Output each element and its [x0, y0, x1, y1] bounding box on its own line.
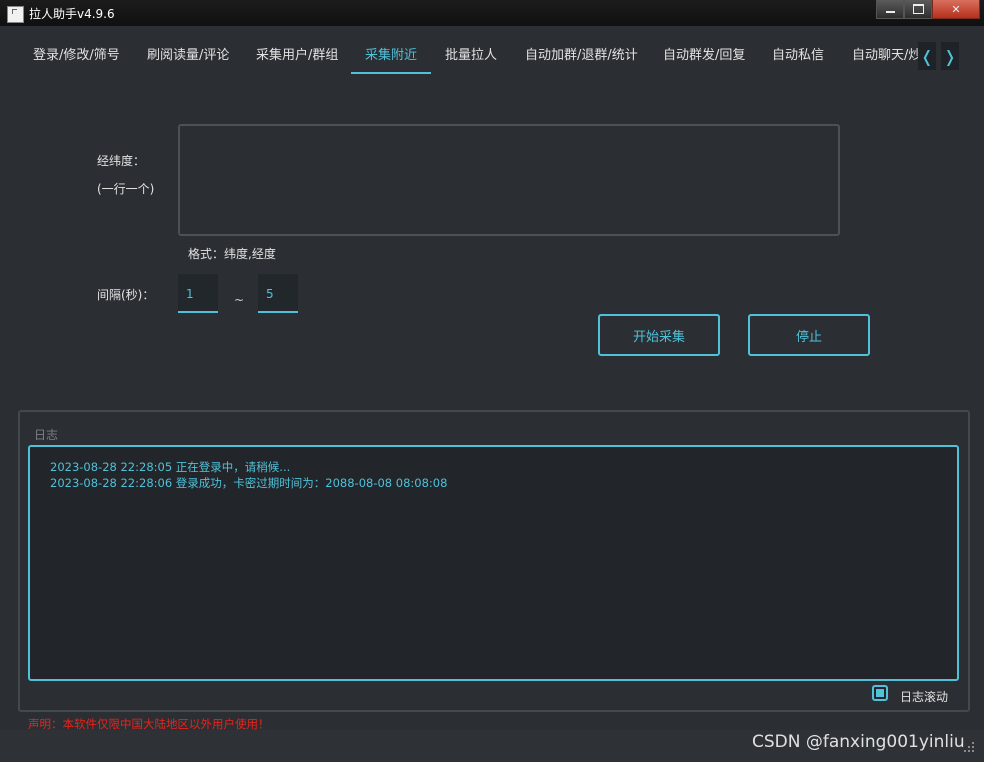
- interval-max-input[interactable]: 5: [258, 274, 298, 313]
- tab-auto-broadcast[interactable]: 自动群发/回复: [663, 46, 745, 66]
- coords-hint: (一行一个): [97, 182, 155, 196]
- tab-read-comment[interactable]: 刷阅读量/评论: [147, 46, 229, 66]
- log-autoscroll-checkbox[interactable]: [872, 685, 888, 701]
- window-title: 拉人助手v4.9.6: [29, 7, 115, 21]
- log-line: 2023-08-28 22:28:06 登录成功，卡密过期时间为：2088-08…: [50, 476, 448, 490]
- app-window: 拉人助手v4.9.6 ✕ 登录/修改/筛号 刷阅读量/评论 采集用户/群组 采集…: [0, 0, 984, 762]
- checkbox-checked-icon: [876, 689, 884, 697]
- interval-separator: ~: [234, 293, 245, 307]
- tab-login[interactable]: 登录/修改/筛号: [33, 46, 120, 66]
- tab-batch-invite[interactable]: 批量拉人: [445, 46, 497, 66]
- window-controls: ✕: [876, 0, 980, 19]
- tab-auto-chat[interactable]: 自动聊天/炒: [852, 46, 918, 66]
- watermark: CSDN @fanxing001yinliu: [752, 732, 965, 752]
- tab-bar: 登录/修改/筛号 刷阅读量/评论 采集用户/群组 采集附近 批量拉人 自动加群/…: [10, 34, 968, 74]
- log-title: 日志: [34, 428, 59, 442]
- format-hint: 格式：纬度,经度: [188, 247, 276, 261]
- tab-scroll-right-icon[interactable]: ❭: [941, 42, 959, 70]
- start-collect-button[interactable]: 开始采集: [598, 314, 720, 356]
- active-tab-indicator: [351, 72, 431, 74]
- tab-collect-users[interactable]: 采集用户/群组: [256, 46, 338, 66]
- maximize-button[interactable]: [904, 0, 932, 19]
- coords-textarea-frame: [178, 124, 840, 236]
- usage-notice: 声明：本软件仅限中国大陆地区以外用户使用！: [28, 717, 270, 731]
- app-icon: [7, 6, 24, 23]
- maximize-icon: [912, 4, 924, 14]
- log-line: 2023-08-28 22:28:05 正在登录中，请稍候...: [50, 460, 291, 474]
- minimize-icon: [885, 11, 895, 13]
- log-autoscroll-label: 日志滚动: [900, 690, 949, 704]
- close-icon: ✕: [951, 2, 961, 16]
- tab-auto-join[interactable]: 自动加群/退群/统计: [525, 46, 638, 66]
- title-bar[interactable]: 拉人助手v4.9.6 ✕: [0, 0, 984, 26]
- coords-input[interactable]: [180, 126, 838, 234]
- tab-collect-nearby[interactable]: 采集附近: [365, 46, 417, 66]
- log-output[interactable]: 2023-08-28 22:28:05 正在登录中，请稍候... 2023-08…: [28, 445, 959, 681]
- stop-button[interactable]: 停止: [748, 314, 870, 356]
- interval-min-input[interactable]: 1: [178, 274, 218, 313]
- close-button[interactable]: ✕: [932, 0, 980, 19]
- minimize-button[interactable]: [876, 0, 904, 19]
- interval-label: 间隔(秒)：: [97, 288, 155, 302]
- tab-auto-dm[interactable]: 自动私信: [772, 46, 824, 66]
- tab-scroll-left-icon[interactable]: ❬: [918, 42, 936, 70]
- resize-grip-icon[interactable]: [962, 742, 974, 754]
- coords-label: 经纬度：: [97, 154, 146, 168]
